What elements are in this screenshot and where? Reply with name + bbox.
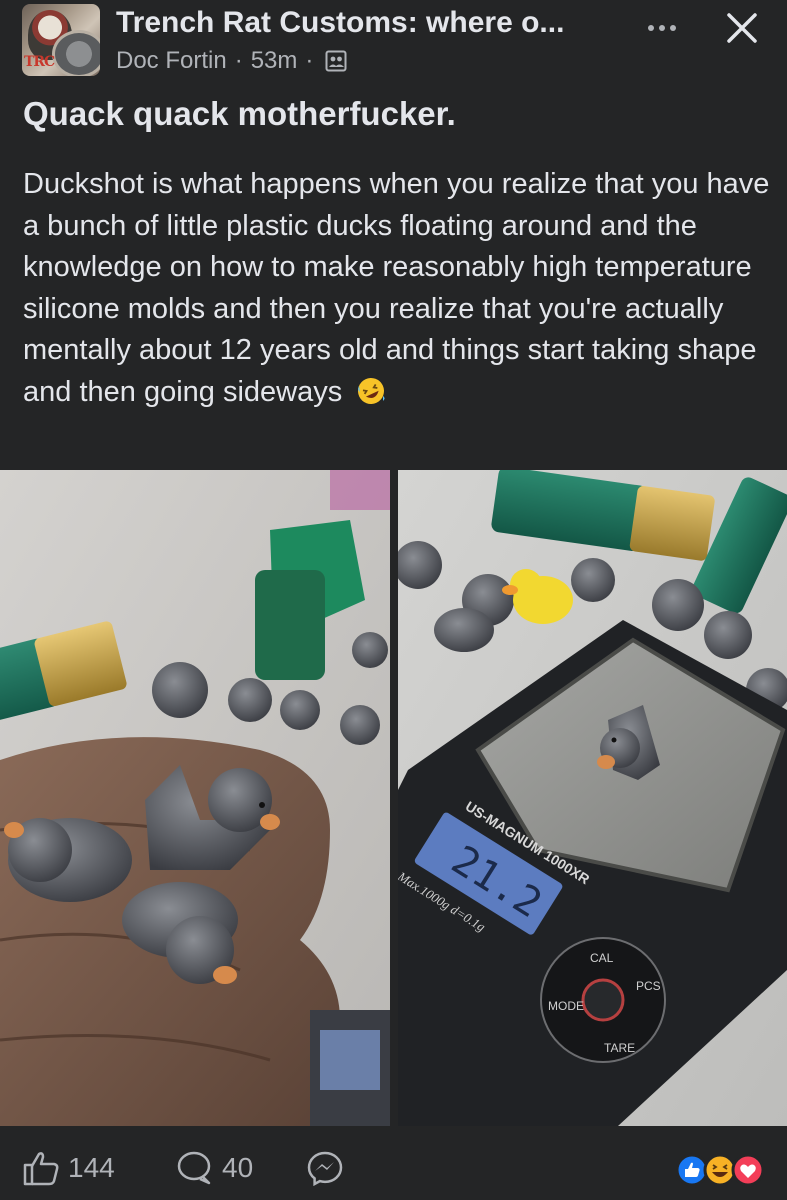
more-options-icon[interactable] xyxy=(642,10,682,46)
photo-duck-on-scale[interactable]: US-MAGNUM 1000XR 21.2 Max.1000g d=0.1g C… xyxy=(398,470,787,1126)
author-name[interactable]: Doc Fortin xyxy=(116,47,227,75)
close-icon[interactable] xyxy=(720,6,764,50)
post-meta: Doc Fortin · 53m · xyxy=(116,46,347,76)
profile-badge xyxy=(52,30,100,76)
thumbs-up-icon xyxy=(23,1152,59,1186)
rolling-on-floor-laughing-emoji-icon xyxy=(358,377,385,404)
post-body-text: Duckshot is what happens when you realiz… xyxy=(23,168,770,408)
avatar-logo-text: TRC xyxy=(24,54,55,70)
reaction-summary[interactable] xyxy=(675,1152,776,1188)
post-body: Duckshot is what happens when you realiz… xyxy=(23,164,773,413)
post-header: TRC Trench Rat Customs: where o... Doc F… xyxy=(0,0,787,82)
photo-grid: US-MAGNUM 1000XR 21.2 Max.1000g d=0.1g C… xyxy=(0,470,787,1126)
meta-separator: · xyxy=(234,47,243,74)
post-card: TRC Trench Rat Customs: where o... Doc F… xyxy=(0,0,787,1200)
duck-on-scale-image: US-MAGNUM 1000XR 21.2 Max.1000g d=0.1g C… xyxy=(398,470,787,1126)
comment-count: 40 xyxy=(222,1152,254,1183)
share-button[interactable] xyxy=(306,1150,352,1186)
like-reaction-icon xyxy=(675,1153,709,1187)
photo-ducks-in-hand[interactable] xyxy=(0,470,390,1126)
meta-separator: · xyxy=(305,47,314,74)
scale-button-mode: MODE xyxy=(548,999,584,1013)
group-avatar[interactable]: TRC xyxy=(22,4,100,76)
ducks-in-hand-image xyxy=(0,470,390,1126)
messenger-icon xyxy=(307,1151,343,1186)
haha-reaction-icon xyxy=(703,1153,737,1187)
group-privacy-icon xyxy=(325,50,347,72)
like-count: 144 xyxy=(68,1152,115,1183)
post-title: Quack quack motherfucker. xyxy=(23,95,456,132)
post-time[interactable]: 53m xyxy=(251,47,298,75)
post-actions-bar: 144 40 xyxy=(0,1130,787,1200)
comment-bubble-icon xyxy=(177,1151,211,1185)
scale-button-tare: TARE xyxy=(604,1041,635,1055)
scale-button-pcs: PCS xyxy=(636,979,661,993)
group-name[interactable]: Trench Rat Customs: where o... xyxy=(116,6,616,40)
like-button[interactable]: 144 xyxy=(22,1150,115,1186)
comment-button[interactable]: 40 xyxy=(176,1150,253,1186)
scale-button-cal: CAL xyxy=(590,951,614,965)
love-reaction-icon xyxy=(731,1153,765,1187)
